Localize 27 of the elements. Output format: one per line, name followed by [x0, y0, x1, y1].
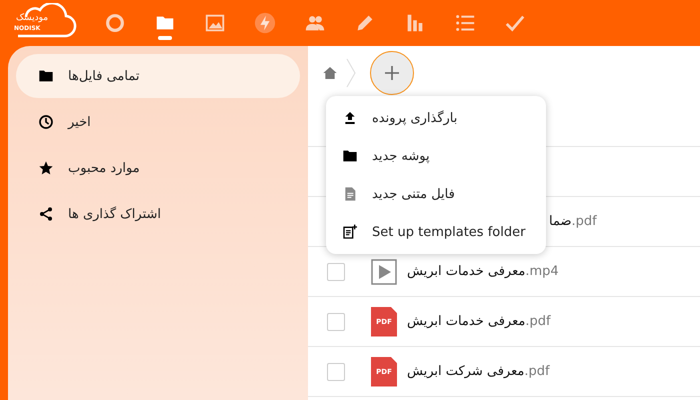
chevron-icon: [346, 58, 356, 88]
folder-icon: [342, 148, 358, 164]
sidebar-item[interactable]: موارد محبوب: [16, 146, 300, 190]
sidebar-item[interactable]: تمامی فایل‌ها: [16, 54, 300, 98]
logo-text: مودیسک: [16, 14, 50, 23]
checkbox[interactable]: [327, 312, 345, 330]
template-icon: [342, 224, 358, 240]
sidebar-item[interactable]: اشتراک گذاری ها: [16, 192, 300, 236]
list-icon: [454, 12, 476, 34]
video-icon: [371, 256, 397, 286]
checkbox[interactable]: [327, 362, 345, 380]
sidebar-item[interactable]: اخیر: [16, 100, 300, 144]
share-icon: [38, 206, 54, 222]
add-button[interactable]: [370, 51, 414, 95]
menu-item[interactable]: Set up templates folder: [326, 213, 546, 251]
clock-icon: [38, 114, 54, 130]
circle-icon: [104, 12, 126, 34]
image-icon: [204, 12, 226, 34]
menu-item[interactable]: فایل متنی جدید: [326, 175, 546, 213]
menu-item[interactable]: پوشه جدید: [326, 137, 546, 175]
folder-icon: [38, 68, 54, 84]
star-icon: [38, 160, 54, 176]
bolt-icon: [254, 12, 276, 34]
menu-item[interactable]: بارگذاری پرونده: [326, 99, 546, 137]
checkbox[interactable]: [327, 262, 345, 280]
home-icon[interactable]: [322, 65, 338, 81]
plus-icon: [385, 66, 399, 80]
